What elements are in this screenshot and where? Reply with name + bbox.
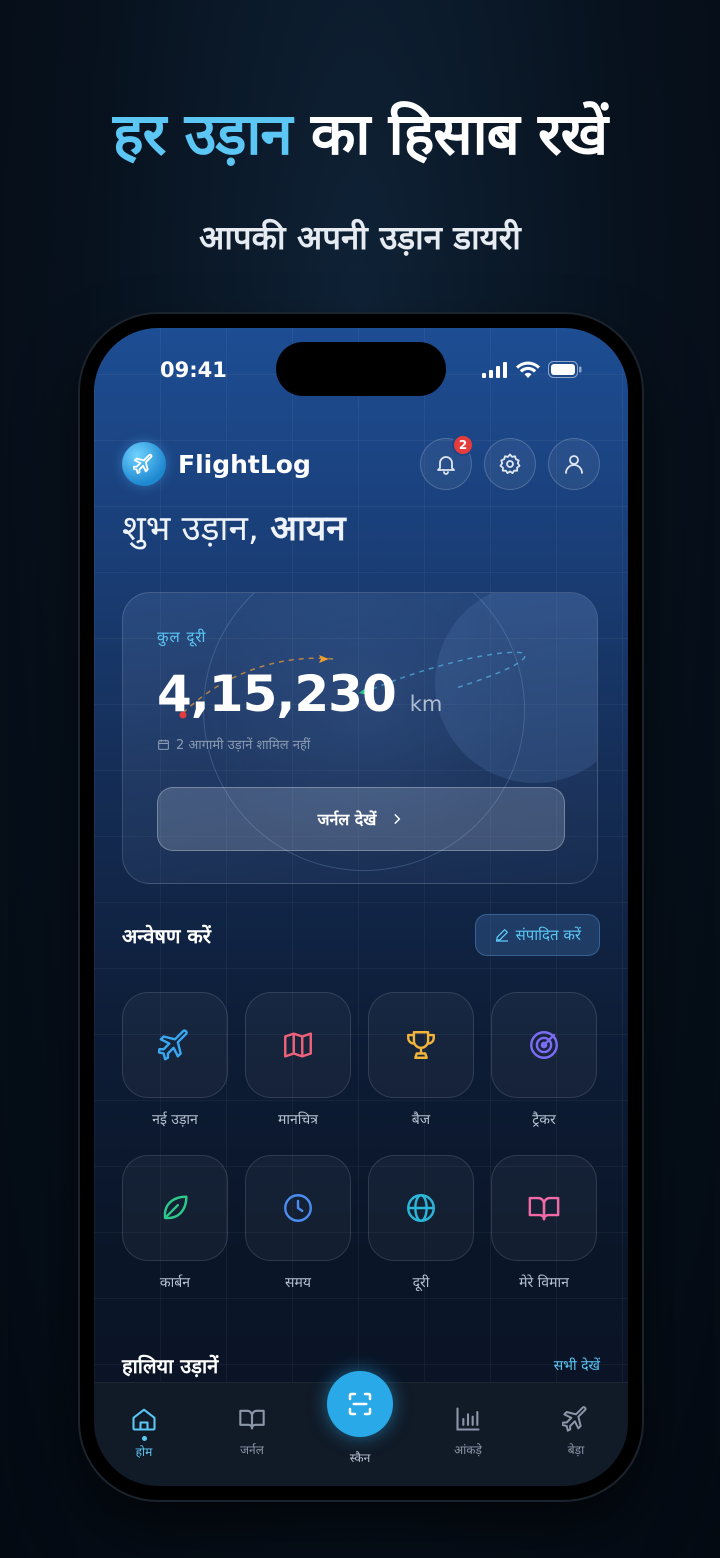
tab-label: आंकड़े	[454, 1443, 482, 1457]
tile-time[interactable]: समय	[245, 1155, 351, 1292]
tile-label: ट्रैकर	[532, 1112, 556, 1128]
greeting: शुभ उड़ान, आयन	[122, 504, 346, 551]
status-icons	[482, 361, 582, 378]
explore-section-header: अन्वेषण करें संपादित करें	[122, 914, 600, 956]
tile-label: मेरे विमान	[519, 1275, 569, 1291]
tile-new-flight-box	[122, 992, 228, 1098]
dynamic-island	[276, 342, 446, 396]
tile-label: कार्बन	[159, 1275, 191, 1291]
tab-label: होम	[135, 1445, 153, 1459]
home-icon	[132, 1408, 156, 1431]
tab-fleet[interactable]: बेड़ा	[536, 1405, 616, 1458]
see-all-link[interactable]: सभी देखें	[554, 1356, 600, 1375]
distance-unit: km	[409, 692, 443, 716]
app-screen: 09:41 FlightLog 2 शुभ उड़ान, आयन कुल दूर…	[94, 328, 628, 1486]
clock-icon	[284, 1194, 312, 1222]
tile-map-box	[245, 992, 351, 1098]
promo-subtitle: आपकी अपनी उड़ान डायरी	[199, 218, 521, 257]
phone-frame: 09:41 FlightLog 2 शुभ उड़ान, आयन कुल दूर…	[80, 314, 642, 1500]
tile-map[interactable]: मानचित्र	[245, 992, 351, 1129]
scan-icon	[348, 1392, 372, 1416]
tile-distance-box	[368, 1155, 474, 1261]
tile-carbon[interactable]: कार्बन	[122, 1155, 228, 1292]
book-icon	[528, 1196, 560, 1221]
view-journal-label: जर्नल देखें	[317, 810, 377, 829]
background-grid	[94, 328, 628, 1486]
edit-label: संपादित करें	[515, 926, 581, 944]
globe-icon	[407, 1194, 435, 1222]
app-logo	[122, 442, 166, 486]
total-distance-card: कुल दूरी 4,15,230 km 2 आगामी उड़ानें शाम…	[122, 592, 598, 884]
tile-my-aircraft[interactable]: मेरे विमान	[491, 1155, 597, 1292]
signal-icon	[482, 361, 507, 378]
tile-badges[interactable]: बैज	[368, 992, 474, 1129]
tile-distance[interactable]: दूरी	[368, 1155, 474, 1292]
recent-title: हालिया उड़ानें	[122, 1354, 219, 1378]
greeting-prefix: शुभ उड़ान,	[122, 509, 260, 549]
fleet-icon	[562, 1406, 587, 1432]
calendar-icon	[158, 739, 169, 750]
active-tab-indicator	[141, 1436, 147, 1441]
tile-label: बैज	[411, 1112, 431, 1128]
tile-label: नई उड़ान	[152, 1112, 198, 1128]
tile-carbon-box	[122, 1155, 228, 1261]
view-journal-button[interactable]: जर्नल देखें	[157, 787, 565, 851]
pencil-icon	[495, 929, 508, 942]
radar-icon	[530, 1031, 558, 1059]
explore-grid: नई उड़ान मानचित्र बैज ट्रैकर कार्बन समय …	[122, 992, 598, 1292]
distance-label: कुल दूरी	[157, 628, 207, 646]
tile-new-flight[interactable]: नई उड़ान	[122, 992, 228, 1129]
app-header: FlightLog 2	[122, 434, 600, 492]
distance-note: 2 आगामी उड़ानें शामिल नहीं	[157, 735, 310, 753]
tab-stats[interactable]: आंकड़े	[428, 1405, 508, 1458]
battery-icon	[548, 361, 582, 378]
tab-home[interactable]: होम	[104, 1405, 184, 1460]
explore-title: अन्वेषण करें	[122, 923, 211, 948]
tile-tracker[interactable]: ट्रैकर	[491, 992, 597, 1129]
map-icon	[284, 1032, 312, 1058]
stats-icon	[456, 1407, 480, 1431]
profile-button[interactable]	[548, 438, 600, 490]
user-icon	[565, 455, 583, 474]
app-name: FlightLog	[178, 449, 311, 479]
tab-label-scan: स्कैन	[349, 1451, 371, 1465]
tile-time-box	[245, 1155, 351, 1261]
distance-note-text: 2 आगामी उड़ानें शामिल नहीं	[176, 738, 311, 753]
tile-tracker-box	[491, 992, 597, 1098]
wifi-icon	[516, 361, 540, 378]
tile-my-aircraft-box	[491, 1155, 597, 1261]
header-actions: 2	[420, 434, 600, 490]
notification-badge: 2	[452, 434, 474, 456]
notifications-button[interactable]: 2	[420, 434, 474, 490]
journal-icon	[239, 1409, 265, 1430]
tab-label: बेड़ा	[567, 1443, 585, 1457]
promo-title-rest: का हिसाब रखें	[310, 100, 608, 168]
distance-value: 4,15,230	[157, 665, 397, 723]
chevron-right-icon	[394, 814, 401, 824]
edit-button[interactable]: संपादित करें	[474, 914, 600, 956]
settings-button[interactable]	[484, 438, 536, 490]
tile-label: मानचित्र	[277, 1112, 318, 1128]
trophy-icon	[407, 1031, 435, 1059]
promo-title-accent: हर उड़ान	[112, 100, 293, 168]
tile-label: समय	[285, 1275, 311, 1291]
scan-button[interactable]	[327, 1371, 393, 1437]
airplane-logo-icon	[133, 453, 153, 475]
airplane-icon	[158, 1029, 188, 1061]
distance-readout: 4,15,230 km	[157, 665, 442, 723]
leaf-icon	[163, 1195, 188, 1220]
greeting-name: आयन	[270, 509, 346, 549]
tab-bar: होम जर्नल स्कैन आंकड़े बेड़ा	[94, 1371, 628, 1486]
gear-icon	[499, 453, 521, 474]
tile-badges-box	[368, 992, 474, 1098]
tab-journal[interactable]: जर्नल	[212, 1405, 292, 1458]
status-time: 09:41	[160, 358, 227, 382]
bell-icon	[437, 456, 455, 475]
tile-label: दूरी	[412, 1275, 430, 1291]
promo-title: हर उड़ान का हिसाब रखें	[0, 92, 720, 171]
tab-label: जर्नल	[240, 1443, 264, 1457]
